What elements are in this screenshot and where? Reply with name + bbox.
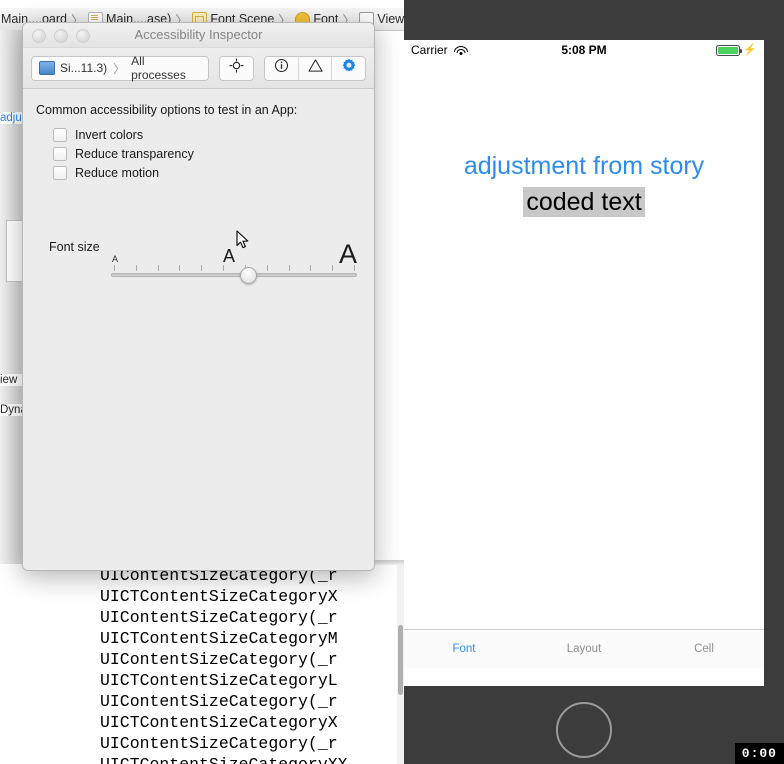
font-size-default-glyph: A <box>223 246 236 266</box>
code-line: UICTContentSizeCategoryL <box>100 671 338 690</box>
inspector-settings-panel: Common accessibility options to test in … <box>23 89 374 570</box>
window-titlebar[interactable]: Accessibility Inspector <box>23 23 374 48</box>
settings-tab-button[interactable] <box>332 57 365 80</box>
option-reduce-transparency[interactable]: Reduce transparency <box>53 147 194 161</box>
status-bar: Carrier 5:08 PM ⚡ <box>404 40 764 60</box>
mouse-cursor <box>236 230 250 250</box>
breadcrumb-label: View <box>377 12 404 26</box>
simulator-icon <box>39 61 55 75</box>
code-line: UICTContentSizeCategoryM <box>100 629 338 648</box>
tab-bar[interactable]: Font Layout Cell <box>404 629 764 668</box>
settings-section-label: Common accessibility options to test in … <box>36 103 298 117</box>
font-size-slider[interactable]: A A A <box>111 239 357 295</box>
code-line: UIContentSizeCategory(_r <box>100 734 338 753</box>
process-scope-label: All processes <box>131 54 186 82</box>
target-picker-button[interactable] <box>218 55 255 81</box>
target-process-picker[interactable]: Si...11.3) 〉 All processes <box>31 54 209 82</box>
warning-icon <box>308 58 323 78</box>
window-title: Accessibility Inspector <box>134 27 263 42</box>
code-line: UIContentSizeCategory(_r <box>100 692 338 711</box>
settings-gear-icon <box>341 58 357 79</box>
font-size-tick-marks <box>114 265 355 272</box>
font-size-min-glyph: A <box>112 254 119 264</box>
reduce-motion-checkbox[interactable] <box>53 166 67 180</box>
battery-icon <box>716 44 743 56</box>
option-label: Invert colors <box>75 128 144 142</box>
code-line: UIContentSizeCategory(_r <box>100 650 338 669</box>
code-listing[interactable]: UIContentSizeCategory(_r UICTContentSize… <box>100 565 404 764</box>
code-line: UICTContentSizeCategoryX <box>100 587 338 606</box>
picker-separator: 〉 <box>113 61 126 76</box>
tab-font[interactable]: Font <box>404 643 524 655</box>
tab-cell[interactable]: Cell <box>644 643 764 655</box>
headline-label: adjustment from story <box>463 152 705 180</box>
inspector-mode-group[interactable] <box>264 55 366 81</box>
option-label: Reduce transparency <box>75 147 194 161</box>
subline-label-wrapper: coded text <box>404 187 764 217</box>
canvas-label-fragment-adjustment: adjus <box>0 112 24 124</box>
option-invert-colors[interactable]: Invert colors <box>53 128 143 142</box>
option-reduce-motion[interactable]: Reduce motion <box>53 166 159 180</box>
accessibility-inspector-window[interactable]: Accessibility Inspector Si...11.3) 〉 All… <box>22 22 375 571</box>
tab-layout[interactable]: Layout <box>524 643 644 655</box>
inspector-toolbar[interactable]: Si...11.3) 〉 All processes <box>23 48 374 89</box>
home-button[interactable] <box>556 702 612 758</box>
canvas-label-fragment-dynamic: Dynai <box>0 404 24 416</box>
code-line: UIContentSizeCategory(_r <box>100 608 338 627</box>
code-line: UICTContentSizeCategoryX <box>100 713 338 732</box>
simulator-screen[interactable]: Carrier 5:08 PM ⚡ adjustment from story … <box>404 40 764 686</box>
info-icon <box>274 58 289 78</box>
font-size-slider-knob[interactable] <box>240 267 257 284</box>
status-bar-clock: 5:08 PM <box>561 43 607 57</box>
invert-colors-checkbox[interactable] <box>53 128 67 142</box>
option-label: Reduce motion <box>75 166 160 180</box>
font-size-slider-track[interactable] <box>111 273 357 277</box>
subline-label: coded text <box>523 187 645 217</box>
code-scrollbar[interactable] <box>397 565 404 764</box>
app-content: adjustment from story coded text Font La… <box>404 60 764 668</box>
screenshot-root: Main....oard 〉 Main....ase) 〉 Font Scene… <box>0 0 784 764</box>
font-size-label: Font size <box>49 240 100 254</box>
canvas-label-fragment-view: iew <box>0 374 24 386</box>
ios-simulator[interactable]: Carrier 5:08 PM ⚡ adjustment from story … <box>404 0 784 764</box>
inspection-tab-button[interactable] <box>265 56 299 80</box>
recording-timer-badge: 0:00 <box>734 743 784 764</box>
target-picker-icon <box>229 58 244 78</box>
audit-tab-button[interactable] <box>299 56 333 80</box>
target-process-label: Si...11.3) <box>60 61 108 75</box>
code-line: UICTContentSizeCategoryXX <box>100 754 404 764</box>
reduce-transparency-checkbox[interactable] <box>53 147 67 161</box>
